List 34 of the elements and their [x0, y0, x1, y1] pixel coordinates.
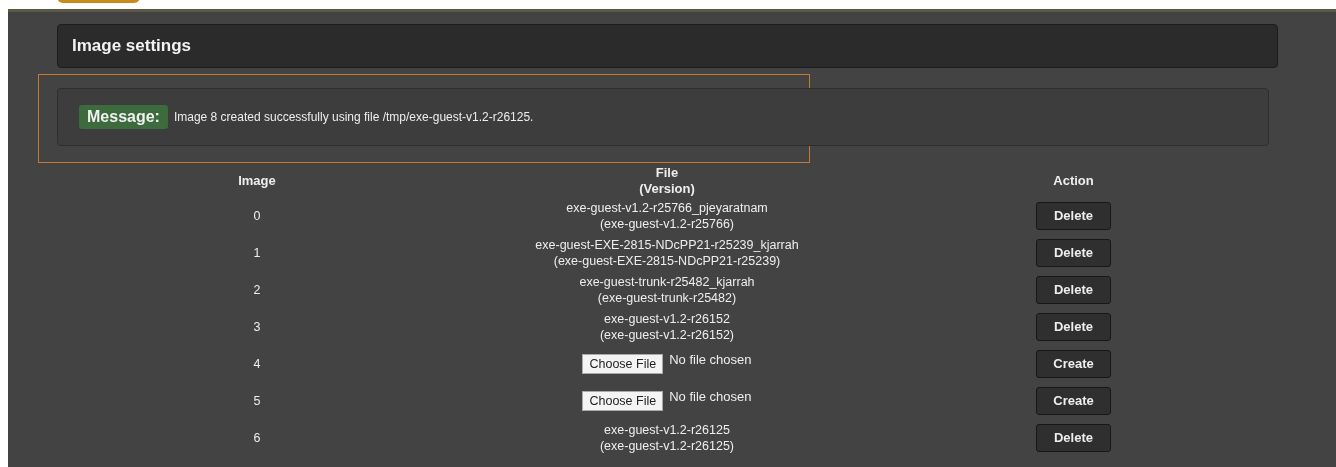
column-header: Action: [1052, 172, 1095, 190]
choose-file-button[interactable]: Choose File: [582, 390, 664, 411]
table-cell-text: 0: [252, 207, 262, 225]
delete-button[interactable]: Delete: [1036, 238, 1111, 267]
create-button[interactable]: Create: [1036, 349, 1111, 378]
table-cell-text: 1: [252, 244, 262, 262]
file-version: (exe-guest-trunk-r25482): [596, 289, 738, 306]
table-cell-text: 4: [252, 355, 262, 373]
table-cell-text: 3: [252, 318, 262, 336]
file-name: exe-guest-trunk-r25482_kjarrah: [578, 273, 756, 290]
file-version: (exe-guest-v1.2-r25766): [598, 215, 736, 232]
delete-button[interactable]: Delete: [1036, 201, 1111, 230]
delete-button[interactable]: Delete: [1036, 423, 1111, 452]
table-cell-text: 5: [252, 392, 262, 410]
file-status: No file chosen: [669, 351, 752, 367]
message-label: Message:: [79, 105, 168, 129]
file-version: (exe-guest-v1.2-r26125): [598, 437, 736, 454]
message-text: Image 8 created successfully using file /tmp/exe-guest-v1.2-r26125.: [173, 110, 534, 124]
file-name: exe-guest-v1.2-r26152: [603, 310, 731, 327]
create-button[interactable]: Create: [1036, 386, 1111, 415]
table-cell-text: 6: [252, 429, 262, 447]
file-version: (exe-guest-EXE-2815-NDcPP21-r25239): [552, 252, 782, 269]
file-name: exe-guest-v1.2-r25766_pjeyaratnam: [565, 199, 769, 216]
panel-title: Image settings: [72, 36, 192, 56]
delete-button[interactable]: Delete: [1036, 312, 1111, 341]
choose-file-button[interactable]: Choose File: [582, 353, 664, 374]
file-name: exe-guest-EXE-2815-NDcPP21-r25239_kjarrah: [534, 236, 800, 253]
delete-button[interactable]: Delete: [1036, 275, 1111, 304]
file-status: No file chosen: [669, 388, 752, 404]
file-version: (exe-guest-v1.2-r26152): [598, 326, 736, 343]
file-name: exe-guest-v1.2-r26125: [603, 421, 731, 438]
column-header: File (Version): [638, 165, 696, 197]
table-cell-text: 2: [252, 281, 262, 299]
column-header: Image: [237, 172, 277, 190]
